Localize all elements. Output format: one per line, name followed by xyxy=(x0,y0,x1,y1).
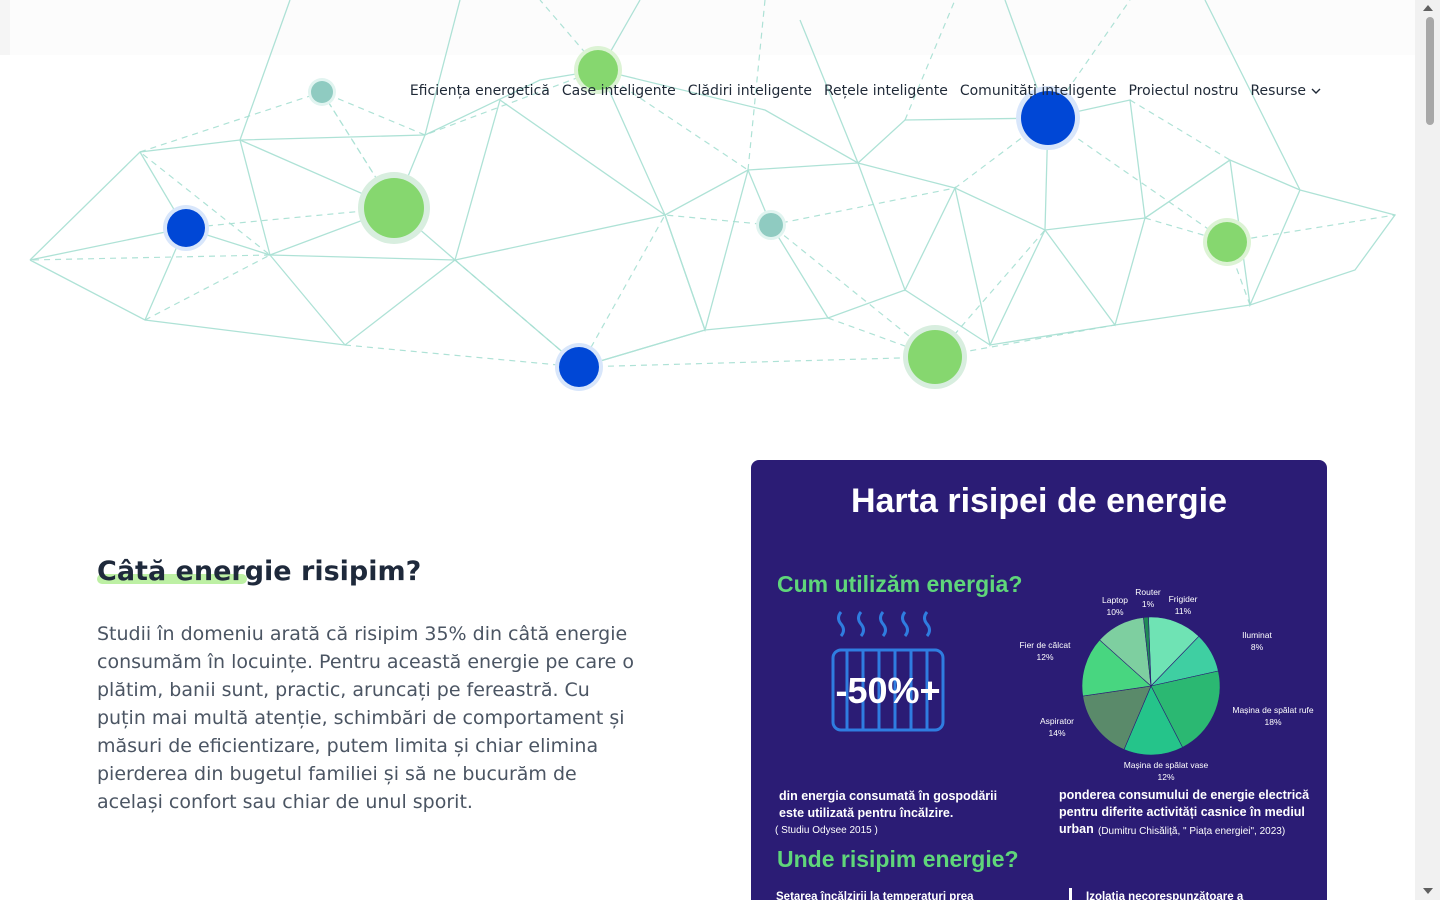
pie-label-percent: 11% xyxy=(1175,606,1192,616)
pie-source: (Dumitru Chisăliță, " Piața energiei", 2… xyxy=(1098,826,1285,837)
scrollbar-thumb[interactable] xyxy=(1426,17,1434,125)
stat-source: ( Studiu Odysee 2015 ) xyxy=(775,825,878,836)
main-navigation: Eficiența energetică Case inteligente Cl… xyxy=(410,80,1322,102)
bottom-right-text: Izolația necorespunzătoare a xyxy=(1086,891,1244,900)
pie-label-name: Aspirator xyxy=(1040,716,1074,726)
pie-label-percent: 10% xyxy=(1106,607,1123,617)
pie-label-name: Iluminat xyxy=(1242,630,1272,640)
pie-caption-line2: pentru diferite activități casnice în me… xyxy=(1059,805,1305,819)
nav-item-retele-inteligente[interactable]: Rețele inteligente xyxy=(824,83,948,99)
network-graph-decoration xyxy=(29,0,1397,391)
nav-item-eficienta-energetica[interactable]: Eficiența energetică xyxy=(410,83,550,99)
pie-label-percent: 12% xyxy=(1157,772,1174,782)
pie-label-name: Laptop xyxy=(1102,595,1128,605)
energy-waste-infographic: Harta risipei de energie Cum utilizăm en… xyxy=(751,460,1327,900)
pie-label-name: Fier de călcat xyxy=(1019,640,1071,650)
stat-caption-line2: este utilizată pentru încălzire. xyxy=(779,806,953,820)
pie-label-percent: 14% xyxy=(1048,728,1065,738)
nav-item-resurse-dropdown[interactable]: Resurse xyxy=(1250,83,1322,99)
nav-item-proiectul-nostru[interactable]: Proiectul nostru xyxy=(1128,83,1238,99)
pie-caption-line3: urban xyxy=(1059,822,1094,836)
divider-mark xyxy=(1069,888,1072,900)
section-body-text: Studii în domeniu arată că risipim 35% d… xyxy=(97,623,634,813)
section-heading: Câtă energie risipim? xyxy=(97,556,421,587)
nav-item-comunitati-inteligente[interactable]: Comunități inteligente xyxy=(960,83,1117,99)
pie-label-percent: 12% xyxy=(1036,652,1053,662)
scroll-up-arrow-icon[interactable] xyxy=(1423,5,1433,11)
pie-chart: Frigider 11% Iluminat 8% Mașina de spălat ru… xyxy=(1019,587,1313,782)
pie-caption-line1: ponderea consumului de energie electrică xyxy=(1059,788,1310,802)
chevron-down-icon xyxy=(1311,88,1321,94)
pie-label-percent: 18% xyxy=(1264,717,1281,727)
pie-label-percent: 8% xyxy=(1251,642,1264,652)
infographic-section2-title: Unde risipim energie? xyxy=(777,846,1019,872)
pie-label-name: Mașina de spălat rufe xyxy=(1232,705,1314,715)
pie-label-name: Router xyxy=(1135,587,1161,597)
bottom-left-text: Setarea încălzirii la temperaturi prea xyxy=(776,891,974,900)
stat-caption-line1: din energia consumată în gospodării xyxy=(779,789,997,803)
section-heading-text: Câtă energie risipim? xyxy=(97,556,422,587)
infographic-title: Harta risipei de energie xyxy=(851,482,1227,520)
nav-item-cladiri-inteligente[interactable]: Clădiri inteligente xyxy=(688,83,812,99)
heating-stat: -50%+ xyxy=(835,670,940,711)
pie-label-name: Frigider xyxy=(1169,594,1198,604)
vertical-scrollbar[interactable] xyxy=(1415,0,1440,900)
nav-item-resurse-label: Resurse xyxy=(1250,83,1306,99)
infographic-section1-title: Cum utilizăm energia? xyxy=(777,571,1022,597)
pie-label-name: Mașina de spălat vase xyxy=(1124,760,1209,770)
pie-label-percent: 1% xyxy=(1142,599,1155,609)
scroll-down-arrow-icon[interactable] xyxy=(1423,888,1433,894)
nav-item-case-inteligente[interactable]: Case inteligente xyxy=(562,83,676,99)
